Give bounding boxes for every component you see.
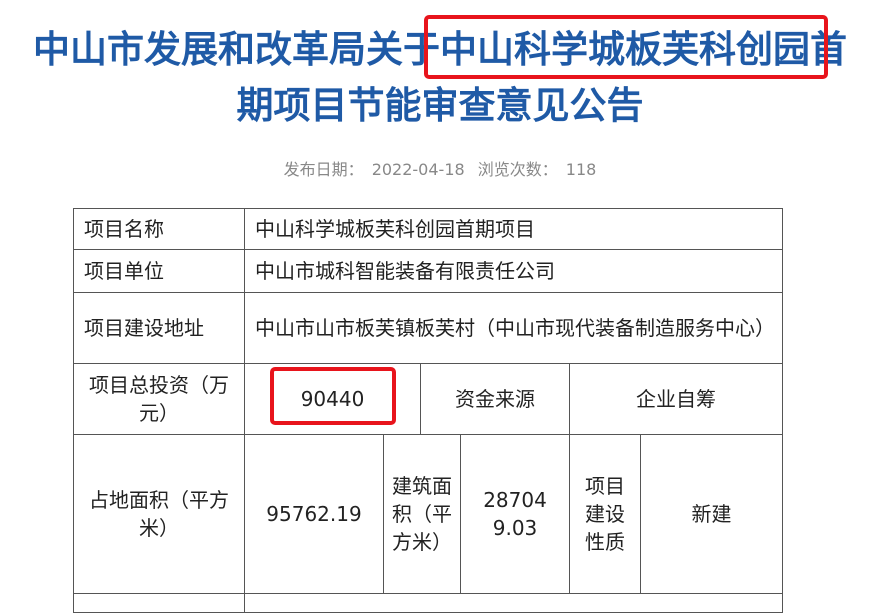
- project-unit-label: 项目单位: [73, 249, 245, 293]
- land-area-label: 占地面积（平方米）: [73, 434, 245, 594]
- construction-type-label: 项目建设性质: [569, 434, 641, 594]
- publish-date-label: 发布日期：: [283, 160, 364, 179]
- next-row-cell: [73, 593, 245, 613]
- investment-label: 项目总投资（万元）: [73, 363, 245, 435]
- building-area-value: 287049.03: [460, 434, 570, 594]
- title-highlight-box: [424, 15, 828, 79]
- fund-source-value: 企业自筹: [569, 363, 783, 435]
- construction-type-value: 新建: [640, 434, 783, 594]
- views-label: 浏览次数：: [477, 160, 558, 179]
- views-count: 118: [565, 160, 597, 179]
- project-unit-value: 中山市城科智能装备有限责任公司: [244, 249, 783, 293]
- next-row-cell: [244, 593, 783, 613]
- project-name-label: 项目名称: [73, 208, 245, 250]
- project-name-value: 中山科学城板芙科创园首期项目: [244, 208, 783, 250]
- article-meta: 发布日期： 2022-04-18 浏览次数： 118: [0, 156, 880, 180]
- title-line-2: 期项目节能审查意见公告: [236, 84, 644, 127]
- project-address-label: 项目建设地址: [73, 292, 245, 364]
- publish-date: 2022-04-18: [371, 160, 465, 179]
- project-address-value: 中山市山市板芙镇板芙村（中山市现代装备制造服务中心）: [244, 292, 783, 364]
- investment-highlight-box: [270, 367, 396, 425]
- land-area-value: 95762.19: [244, 434, 384, 594]
- building-area-label: 建筑面积（平方米）: [383, 434, 461, 594]
- fund-source-label: 资金来源: [420, 363, 570, 435]
- project-info-table: 项目名称 中山科学城板芙科创园首期项目 项目单位 中山市城科智能装备有限责任公司…: [73, 208, 783, 613]
